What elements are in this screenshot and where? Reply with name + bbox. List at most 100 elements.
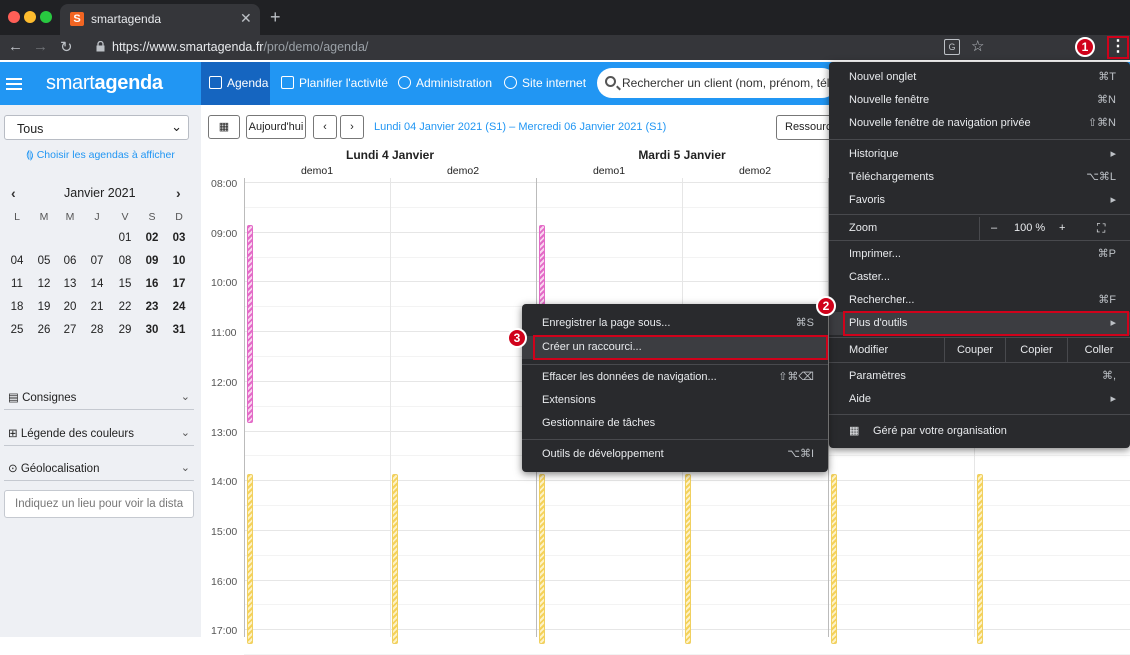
clipboard-icon: ▤	[8, 392, 23, 404]
menu-item-bookmarks[interactable]: Favoris ▸	[829, 189, 1130, 212]
menu-item-new-window[interactable]: Nouvelle fenêtre ⌘N	[829, 89, 1130, 112]
next-period-button[interactable]: ›	[340, 115, 364, 139]
choose-agendas-link[interactable]: ⟬⟭ Choisir les agendas à afficher	[26, 149, 175, 162]
calendar-day[interactable]: 05	[33, 255, 55, 267]
calendar-day[interactable]: 19	[33, 301, 55, 313]
divider	[4, 480, 194, 481]
back-arrow-icon[interactable]: ←	[8, 38, 23, 55]
menu-item-new-tab[interactable]: Nouvel onglet ⌘T	[829, 66, 1130, 89]
translate-icon[interactable]: G	[944, 39, 960, 55]
calendar-day[interactable]: 08	[114, 255, 136, 267]
plan-icon	[281, 76, 294, 89]
prev-period-button[interactable]: ‹	[313, 115, 337, 139]
nav-planifier[interactable]: Planifier l'activité	[281, 62, 388, 105]
address-bar[interactable]: https://www.smartagenda.fr/pro/demo/agen…	[112, 40, 368, 54]
calendar-day[interactable]: 21	[86, 301, 108, 313]
calendar-day[interactable]: 31	[168, 324, 190, 336]
calendar-event-block[interactable]	[685, 474, 691, 644]
menu-item-managed[interactable]: ▦ Géré par votre organisation	[829, 420, 1130, 443]
client-search-input[interactable]: Rechercher un client (nom, prénom, télép…	[597, 68, 837, 98]
calendar-day[interactable]: 14	[86, 278, 108, 290]
calendar-event-block[interactable]	[977, 474, 983, 644]
menu-item-clear-data[interactable]: Effacer les données de navigation... ⇧⌘⌫	[522, 366, 828, 389]
menu-item-incognito[interactable]: Nouvelle fenêtre de navigation privée ⇧⌘N	[829, 112, 1130, 135]
hamburger-menu-icon[interactable]	[6, 78, 22, 90]
calendar-day[interactable]: 01	[114, 232, 136, 244]
menu-item-settings[interactable]: Paramètres ⌘,	[829, 365, 1130, 388]
menu-item-cast[interactable]: Caster...	[829, 266, 1130, 289]
accordion-legende[interactable]: ⊞ Légende des couleurs ⌄	[8, 426, 190, 440]
calendar-day[interactable]: 06	[59, 255, 81, 267]
calendar-day[interactable]: 18	[6, 301, 28, 313]
reload-icon[interactable]: ↻	[60, 38, 73, 56]
fullscreen-icon[interactable]: ⛶	[1097, 217, 1105, 240]
calendar-day[interactable]: 17	[168, 278, 190, 290]
menu-item-task-manager[interactable]: Gestionnaire de tâches	[522, 412, 828, 435]
calendar-day[interactable]: 22	[114, 301, 136, 313]
calendar-day[interactable]: 25	[6, 324, 28, 336]
forward-arrow-icon[interactable]: →	[33, 38, 48, 55]
menu-item-dev-tools[interactable]: Outils de développement ⌥⌘I	[522, 443, 828, 466]
accordion-geolocalisation[interactable]: ⊙ Géolocalisation ⌄	[8, 461, 190, 475]
calendar-event-block[interactable]	[392, 474, 398, 644]
today-button[interactable]: Aujourd'hui	[246, 115, 306, 139]
new-tab-button[interactable]: +	[270, 7, 281, 28]
calendar-day[interactable]: 26	[33, 324, 55, 336]
calendar-event-block[interactable]	[831, 474, 837, 644]
chrome-menu-button[interactable]: ⋮	[1107, 36, 1129, 59]
maximize-window-button[interactable]	[40, 11, 52, 23]
calendar-day[interactable]: 24	[168, 301, 190, 313]
calendar-day[interactable]: 09	[141, 255, 163, 267]
nav-site-internet[interactable]: Site internet	[504, 62, 586, 105]
cut-button[interactable]: Couper	[944, 338, 1005, 362]
close-window-button[interactable]	[8, 11, 20, 23]
resources-button[interactable]: Ressources	[776, 115, 836, 140]
calendar-day[interactable]: 29	[114, 324, 136, 336]
zoom-in-button[interactable]: +	[1059, 217, 1065, 240]
calendar-day[interactable]: 04	[6, 255, 28, 267]
copy-button[interactable]: Copier	[1005, 338, 1067, 362]
calendar-day[interactable]: 12	[33, 278, 55, 290]
menu-item-downloads[interactable]: Téléchargements ⌥⌘L	[829, 166, 1130, 189]
calendar-day[interactable]: 07	[86, 255, 108, 267]
nav-administration[interactable]: Administration	[398, 62, 492, 105]
calendar-day[interactable]: 03	[168, 232, 190, 244]
bookmark-star-icon[interactable]: ☆	[971, 37, 984, 55]
calendar-day[interactable]: 16	[141, 278, 163, 290]
chrome-main-menu: Nouvel onglet ⌘T Nouvelle fenêtre ⌘N Nouve…	[829, 62, 1130, 448]
calendar-event-block[interactable]	[247, 474, 253, 644]
calendar-day[interactable]: 30	[141, 324, 163, 336]
calendar-day[interactable]: 11	[6, 278, 28, 290]
menu-item-extensions[interactable]: Extensions	[522, 389, 828, 412]
menu-item-save-page[interactable]: Enregistrer la page sous... ⌘S	[522, 312, 828, 335]
month-prev-icon[interactable]: ‹	[11, 185, 16, 201]
date-picker-button[interactable]: ▦	[208, 115, 240, 139]
calendar-event-block[interactable]	[539, 474, 545, 644]
calendar-day[interactable]: 23	[141, 301, 163, 313]
calendar-day[interactable]: 15	[114, 278, 136, 290]
calendar-day[interactable]: 02	[141, 232, 163, 244]
smartagenda-logo[interactable]: smartagenda	[46, 72, 163, 95]
nav-agenda[interactable]: Agenda	[201, 62, 270, 105]
resource-header: demo1	[300, 165, 334, 177]
paste-button[interactable]: Coller	[1067, 338, 1130, 362]
calendar-day[interactable]: 20	[59, 301, 81, 313]
menu-item-help[interactable]: Aide ▸	[829, 388, 1130, 411]
menu-item-print[interactable]: Imprimer... ⌘P	[829, 243, 1130, 266]
calendar-day[interactable]: 10	[168, 255, 190, 267]
menu-item-find[interactable]: Rechercher... ⌘F	[829, 289, 1130, 312]
calendar-event-block[interactable]	[247, 225, 253, 423]
agenda-select[interactable]: Tous ⌄	[4, 115, 189, 140]
calendar-day[interactable]: 13	[59, 278, 81, 290]
browser-tab[interactable]: S smartagenda ✕	[60, 4, 260, 35]
accordion-consignes[interactable]: ▤ Consignes ⌄	[8, 390, 190, 404]
calendar-day[interactable]: 28	[86, 324, 108, 336]
calendar-day[interactable]: 27	[59, 324, 81, 336]
close-tab-icon[interactable]: ✕	[240, 10, 252, 27]
month-next-icon[interactable]: ›	[176, 185, 181, 201]
location-input[interactable]: Indiquez un lieu pour voir la dista	[4, 490, 194, 518]
menu-item-history[interactable]: Historique ▸	[829, 143, 1130, 166]
zoom-out-button[interactable]: –	[991, 217, 997, 240]
minimize-window-button[interactable]	[24, 11, 36, 23]
chevron-down-icon: ⌄	[180, 391, 190, 403]
